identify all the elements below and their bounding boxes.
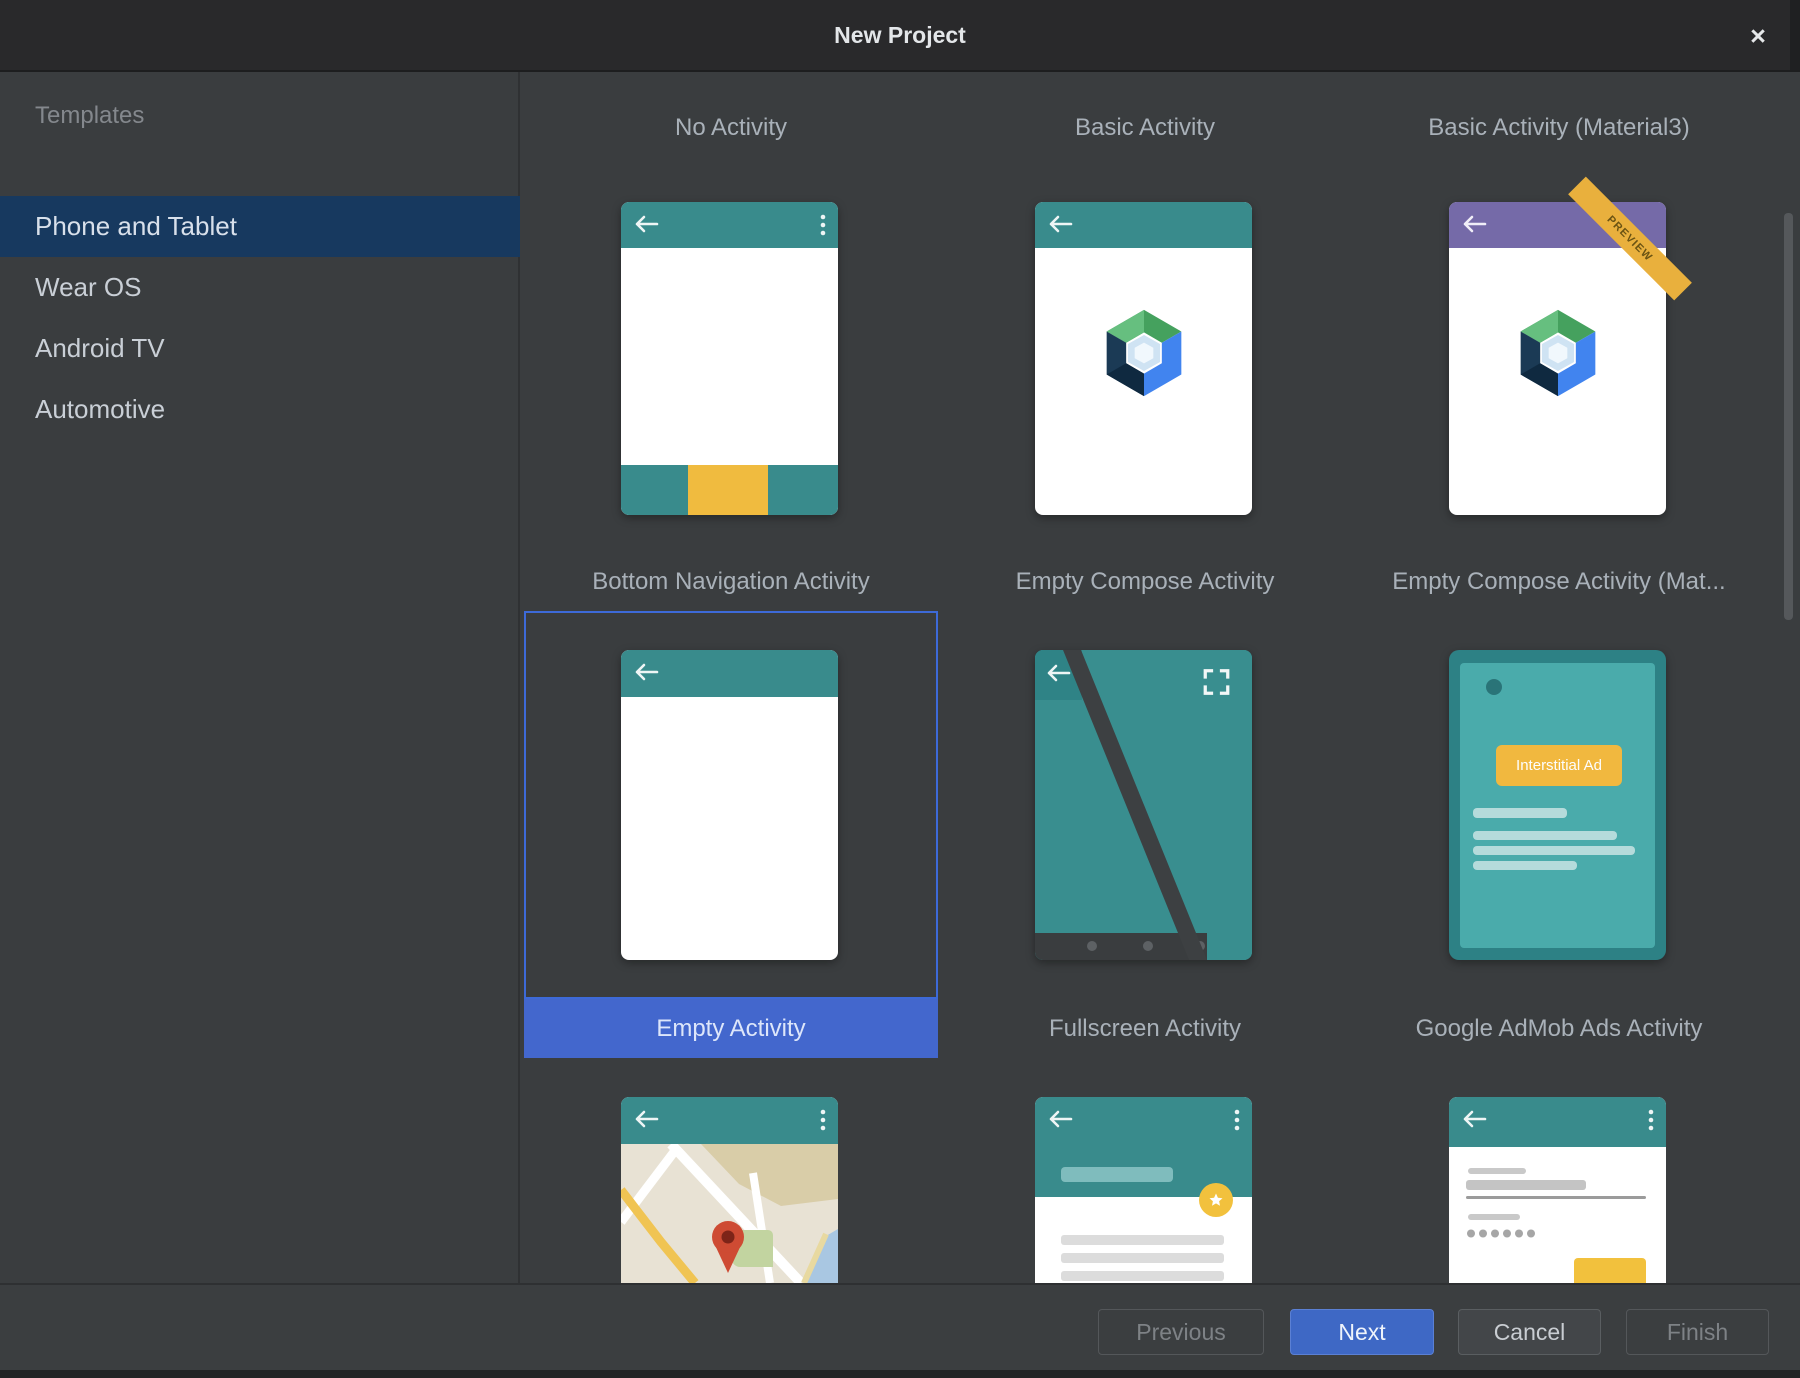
field-label-placeholder [1468,1214,1520,1220]
window-bottom-edge [0,1370,1800,1378]
title-placeholder-line [1061,1167,1173,1182]
sidebar-item-label: Phone and Tablet [35,211,237,241]
new-project-dialog: New Project × Templates Phone and Tablet… [0,0,1800,1378]
dialog-footer: Previous Next Cancel Finish [0,1283,1800,1370]
sidebar-item-label: Automotive [35,394,165,424]
text-placeholder-line [1061,1253,1224,1263]
placeholder-line [1473,808,1567,818]
thumb-appbar [621,650,838,697]
jetpack-compose-logo [1095,300,1193,406]
thumb-bottom-nav-selected [688,465,768,515]
overflow-menu-icon [1648,1109,1654,1131]
template-card-empty-compose-activity[interactable] [1035,202,1252,515]
overflow-menu-icon [820,214,826,236]
placeholder-line [1473,861,1577,870]
back-arrow-icon [1047,1109,1073,1129]
interstitial-ad-label: Interstitial Ad [1516,757,1602,774]
template-label-empty-compose-activity[interactable]: Empty Compose Activity [938,566,1352,598]
input-placeholder [1466,1180,1586,1190]
back-arrow-icon [633,1109,659,1129]
interstitial-ad-banner: Interstitial Ad [1496,745,1622,786]
template-card-google-admob-ads-activity[interactable]: Interstitial Ad [1449,650,1666,960]
back-arrow-icon [633,662,659,682]
sidebar-item-label: Android TV [35,333,165,363]
thumb-appbar [621,202,838,248]
jetpack-compose-logo [1509,300,1607,406]
back-arrow-icon [1461,214,1487,234]
fab-star-button [1199,1183,1233,1217]
template-label-basic-activity-material3[interactable]: Basic Activity (Material3) [1352,112,1766,144]
template-label-fullscreen-activity[interactable]: Fullscreen Activity [938,999,1352,1058]
thumb-appbar [1449,1097,1666,1147]
template-card-star-fab-activity[interactable] [1035,1097,1252,1283]
camera-dot-icon [1486,679,1502,695]
text-placeholder-line [1061,1235,1224,1245]
finish-button[interactable]: Finish [1626,1309,1769,1355]
back-arrow-icon [633,214,659,234]
template-card-empty-activity[interactable] [621,650,838,960]
overflow-menu-icon [1234,1109,1240,1131]
sidebar-item-android-tv[interactable]: Android TV [0,318,520,379]
sidebar-item-phone-and-tablet[interactable]: Phone and Tablet [0,196,520,257]
back-arrow-icon [1461,1109,1487,1129]
template-card-login-activity[interactable] [1449,1097,1666,1283]
overflow-menu-icon [820,1109,826,1131]
close-button[interactable]: × [1738,16,1778,56]
previous-button[interactable]: Previous [1098,1309,1264,1355]
back-arrow-icon [1045,663,1071,683]
template-label-empty-compose-activity-material3[interactable]: Empty Compose Activity (Mat... [1352,566,1766,598]
gallery-scrollbar-thumb[interactable] [1784,213,1793,620]
field-label-placeholder [1468,1168,1526,1174]
map-art [621,1144,838,1283]
thumb-appbar [621,1097,838,1144]
template-label-no-activity[interactable]: No Activity [524,112,938,144]
templates-sidebar: Templates Phone and Tablet Wear OS Andro… [0,72,520,1283]
input-underline [1466,1196,1646,1199]
admob-screen: Interstitial Ad [1460,663,1655,948]
template-label-empty-activity-selected[interactable]: Empty Activity [524,999,938,1058]
placeholder-line [1473,831,1617,840]
template-label-bottom-navigation-activity[interactable]: Bottom Navigation Activity [524,566,938,598]
template-card-bottom-navigation-activity[interactable] [621,202,838,515]
dialog-titlebar: New Project × [0,0,1800,72]
password-dots [1467,1229,1539,1238]
sidebar-header: Templates [35,102,144,130]
fullscreen-icon [1200,667,1233,697]
thumb-bottom-nav [621,465,838,515]
selected-template-label: Empty Activity [656,1015,805,1043]
sidebar-item-automotive[interactable]: Automotive [0,379,520,440]
sidebar-item-label: Wear OS [35,272,141,302]
template-gallery: No Activity Basic Activity Basic Activit… [522,72,1800,1283]
template-card-fullscreen-activity[interactable] [1035,650,1252,960]
template-label-google-admob-ads-activity[interactable]: Google AdMob Ads Activity [1352,999,1766,1058]
cancel-button[interactable]: Cancel [1458,1309,1601,1355]
next-button[interactable]: Next [1290,1309,1434,1355]
star-icon [1208,1192,1224,1208]
thumb-appbar [1035,202,1252,248]
close-icon: × [1750,21,1766,51]
thumb-appbar-tall [1035,1097,1252,1197]
placeholder-line [1473,846,1635,855]
text-placeholder-line [1061,1271,1224,1281]
back-arrow-icon [1047,214,1073,234]
dialog-title: New Project [0,0,1800,70]
template-label-basic-activity[interactable]: Basic Activity [938,112,1352,144]
sidebar-item-wear-os[interactable]: Wear OS [0,257,520,318]
login-button-placeholder [1574,1258,1646,1283]
template-card-google-maps-activity[interactable] [621,1097,838,1283]
